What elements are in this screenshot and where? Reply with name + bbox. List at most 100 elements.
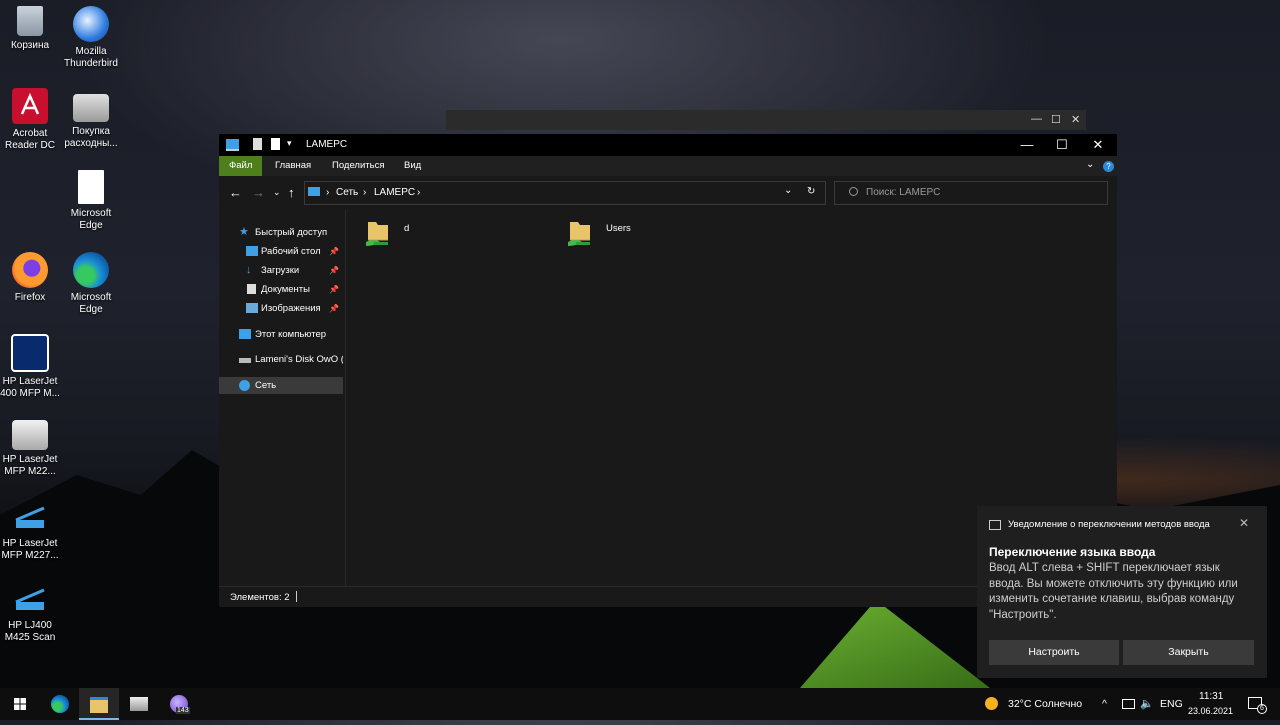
- breadcrumb-lamepc[interactable]: LAMEPC: [374, 187, 415, 198]
- computer-icon: [226, 139, 239, 151]
- desktop-icon-supplies[interactable]: Покупка расходны...: [59, 88, 123, 150]
- clock-time[interactable]: 11:31: [1199, 691, 1223, 702]
- search-input[interactable]: Поиск: LAMEPC: [866, 187, 940, 198]
- dismiss-notification-button[interactable]: ✕: [1239, 516, 1249, 530]
- desktop-icon-thunderbird[interactable]: Mozilla Thunderbird: [59, 6, 123, 70]
- keyboard-icon: [989, 520, 1001, 530]
- back-button[interactable]: ←: [229, 185, 242, 200]
- desktop-icon-edge[interactable]: Microsoft Edge: [59, 252, 123, 316]
- desktop-icon-edge-file[interactable]: Microsoft Edge: [59, 170, 123, 232]
- volume-icon[interactable]: 🔈: [1140, 697, 1154, 710]
- clock-date[interactable]: 23.06.2021: [1188, 706, 1233, 716]
- taskbar: 143 32°C Солнечно ^ 🔈 ENG 11:31 23.06.20…: [0, 688, 1280, 720]
- network-icon[interactable]: [1122, 699, 1135, 709]
- up-button[interactable]: ↑: [288, 185, 295, 200]
- breadcrumb-separator-icon: ›: [363, 187, 367, 198]
- help-icon[interactable]: ?: [1103, 161, 1114, 172]
- show-hidden-icons-icon[interactable]: ^: [1102, 688, 1107, 720]
- minimize-button[interactable]: —: [1031, 113, 1042, 125]
- tab-share[interactable]: Поделиться: [322, 156, 394, 176]
- taskbar-app[interactable]: 143: [159, 688, 199, 720]
- desktop-icon-hp-m227[interactable]: HP LaserJet MFP M227...: [0, 498, 62, 562]
- folder-item[interactable]: Users: [560, 216, 660, 252]
- edge-icon: [51, 695, 69, 713]
- pin-icon: 📌: [329, 285, 339, 294]
- properties-icon[interactable]: [253, 138, 262, 150]
- pin-icon: 📌: [329, 247, 339, 256]
- maximize-button[interactable]: ☐: [1043, 134, 1081, 156]
- minimize-button[interactable]: —: [1008, 134, 1046, 156]
- desktop-icon-hp-400[interactable]: HP LaserJet 400 MFP M...: [0, 334, 62, 400]
- desktop-icon-firefox[interactable]: Firefox: [0, 252, 62, 304]
- computer-icon: [239, 329, 251, 339]
- printer-icon: [130, 697, 148, 711]
- desktop-icon-hp-m22[interactable]: HP LaserJet MFP M22...: [0, 416, 62, 478]
- quick-access-toolbar-chevron-icon[interactable]: ▾: [287, 138, 292, 149]
- folder-item[interactable]: d: [358, 216, 458, 252]
- notification-toast: Уведомление о переключении методов ввода…: [977, 506, 1267, 678]
- title-bar[interactable]: ▾ LAMEPC — ☐ ✕: [219, 134, 1117, 156]
- address-bar[interactable]: › Сеть › LAMEPC › ⌄ ↻: [304, 181, 826, 205]
- pictures-icon: [246, 303, 258, 313]
- thunderbird-icon: [73, 6, 109, 42]
- edge-icon: [73, 252, 109, 288]
- notification-title: Переключение языка ввода: [989, 545, 1156, 559]
- desktop-folder-icon: [246, 246, 258, 256]
- nav-network[interactable]: Сеть: [219, 377, 343, 394]
- tab-home[interactable]: Главная: [265, 156, 321, 176]
- breadcrumb-network[interactable]: Сеть: [336, 187, 358, 198]
- item-count: Элементов: 2: [230, 592, 290, 603]
- folder-icon: [90, 697, 108, 713]
- network-icon: [239, 380, 250, 391]
- breadcrumb-separator-icon: ›: [417, 187, 421, 198]
- pin-icon: 📌: [329, 266, 339, 275]
- weather-widget[interactable]: 32°C Солнечно: [1008, 688, 1082, 720]
- taskbar-badge: 143: [176, 707, 190, 714]
- taskbar-file-explorer[interactable]: [79, 688, 119, 720]
- close-button[interactable]: ✕: [1071, 113, 1080, 126]
- nav-this-pc[interactable]: Этот компьютер: [219, 326, 343, 343]
- start-button[interactable]: [0, 688, 40, 720]
- download-icon: ↓: [246, 264, 252, 276]
- desktop-icon-hp-lj400-scan[interactable]: HP LJ400 M425 Scan: [0, 580, 62, 644]
- close-button[interactable]: Закрыть: [1123, 640, 1254, 665]
- configure-button[interactable]: Настроить: [989, 640, 1119, 665]
- recent-locations-icon[interactable]: ⌄: [273, 187, 281, 198]
- forward-button[interactable]: →: [252, 185, 265, 200]
- language-indicator[interactable]: ENG: [1160, 688, 1183, 720]
- desktop-icon-recycle-bin[interactable]: Корзина: [0, 6, 62, 52]
- printer-icon: [73, 94, 109, 122]
- new-folder-icon[interactable]: [271, 138, 280, 150]
- folder-name: d: [404, 223, 410, 234]
- nav-downloads[interactable]: ↓ Загрузки 📌: [219, 262, 343, 279]
- breadcrumb-separator-icon: ›: [326, 187, 330, 198]
- background-window-titlebar[interactable]: — ☐ ✕: [446, 110, 1086, 130]
- shared-folder-icon: [364, 218, 392, 248]
- printer-icon: [12, 420, 48, 450]
- firefox-icon: [12, 252, 48, 288]
- expand-ribbon-icon[interactable]: ⌄: [1086, 159, 1094, 170]
- folder-name: Users: [606, 223, 631, 234]
- taskbar-printer-app[interactable]: [119, 688, 159, 720]
- notification-header: Уведомление о переключении методов ввода: [1008, 519, 1210, 530]
- recycle-bin-icon: [17, 6, 43, 36]
- nav-pictures[interactable]: Изображения 📌: [219, 300, 343, 317]
- tab-file[interactable]: Файл: [219, 156, 263, 176]
- tab-view[interactable]: Вид: [394, 156, 431, 176]
- acrobat-icon: [12, 88, 48, 124]
- nav-documents[interactable]: Документы 📌: [219, 281, 343, 298]
- nav-quick-access[interactable]: ★ Быстрый доступ: [219, 224, 343, 241]
- notification-count: 6: [1257, 704, 1267, 714]
- network-icon: [308, 187, 320, 196]
- close-button[interactable]: ✕: [1079, 134, 1117, 156]
- maximize-button[interactable]: ☐: [1051, 113, 1061, 126]
- nav-desktop[interactable]: Рабочий стол 📌: [219, 243, 343, 260]
- address-dropdown-icon[interactable]: ⌄: [784, 185, 792, 196]
- refresh-icon[interactable]: ↻: [807, 186, 815, 197]
- shared-folder-icon: [566, 218, 594, 248]
- desktop-icon-acrobat[interactable]: Acrobat Reader DC: [0, 88, 62, 152]
- taskbar-edge[interactable]: [40, 688, 80, 720]
- search-box[interactable]: Поиск: LAMEPC: [834, 181, 1108, 205]
- nav-usb-drive[interactable]: Lameni's Disk OwO (I: [219, 351, 343, 368]
- documents-icon: [247, 284, 256, 294]
